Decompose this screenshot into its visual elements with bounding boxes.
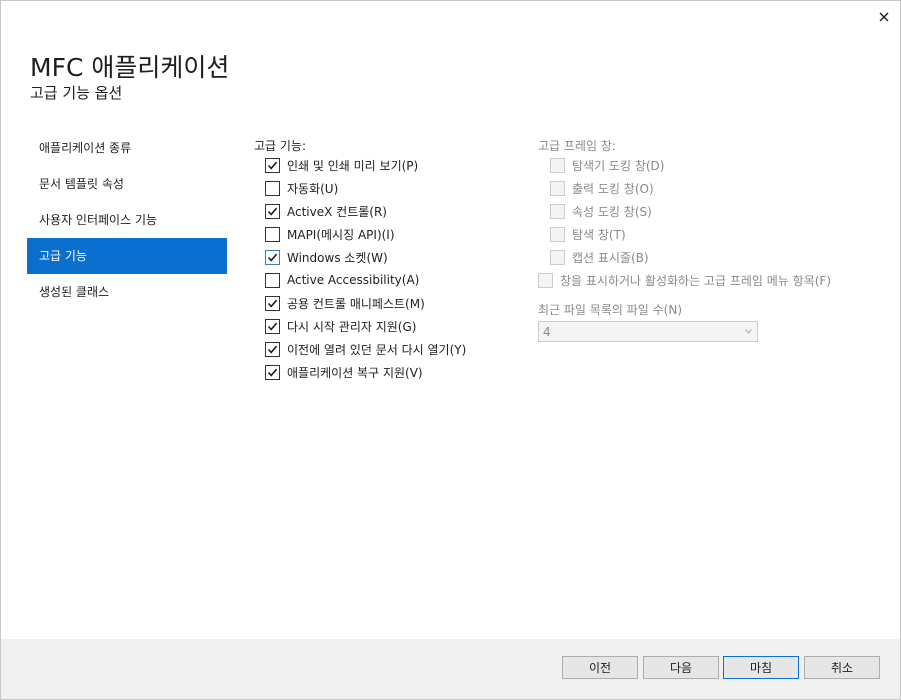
checkmark-icon	[267, 345, 278, 354]
next-button[interactable]: 다음	[643, 656, 719, 679]
option-row[interactable]: 탐색 창(T)	[550, 224, 626, 244]
checkbox[interactable]	[265, 180, 280, 196]
checkbox[interactable]	[550, 203, 565, 219]
checkbox[interactable]	[550, 157, 565, 173]
checkmark-icon	[267, 207, 278, 216]
checkbox-checked[interactable]	[265, 341, 280, 357]
option-row[interactable]: 공용 컨트롤 매니페스트(M)	[265, 293, 425, 313]
page-title: MFC 애플리케이션	[30, 53, 230, 82]
option-label: 다시 시작 관리자 지원(G)	[287, 319, 417, 334]
chevron-down-icon	[745, 329, 752, 334]
mru-count-select[interactable]: 4	[538, 321, 758, 342]
option-label: Active Accessibility(A)	[287, 273, 420, 287]
frame-menu-items-option[interactable]: 창을 표시하거나 활성화하는 고급 프레임 메뉴 항목(F)	[538, 270, 831, 290]
checkbox[interactable]	[265, 272, 280, 288]
nav-item-document-template[interactable]: 문서 템플릿 속성	[27, 166, 227, 202]
option-label: 출력 도킹 창(O)	[572, 181, 654, 196]
cancel-button[interactable]: 취소	[804, 656, 880, 679]
option-row[interactable]: 속성 도킹 창(S)	[550, 201, 652, 221]
mru-count-value: 4	[543, 324, 551, 339]
option-row[interactable]: 이전에 열려 있던 문서 다시 열기(Y)	[265, 339, 466, 359]
checkmark-icon	[267, 368, 278, 377]
option-row[interactable]: 자동화(U)	[265, 178, 338, 198]
option-row[interactable]: ActiveX 컨트롤(R)	[265, 201, 387, 221]
option-row[interactable]: 다시 시작 관리자 지원(G)	[265, 316, 416, 336]
nav-list: 애플리케이션 종류 문서 템플릿 속성 사용자 인터페이스 기능 고급 기능 생…	[27, 130, 227, 310]
option-label: Windows 소켓(W)	[287, 250, 388, 265]
previous-button[interactable]: 이전	[562, 656, 638, 679]
mru-count-label: 최근 파일 목록의 파일 수(N)	[538, 303, 682, 317]
close-button[interactable]	[873, 7, 895, 27]
option-row[interactable]: Active Accessibility(A)	[265, 270, 419, 290]
option-label: 인쇄 및 인쇄 미리 보기(P)	[287, 158, 419, 173]
option-label: ActiveX 컨트롤(R)	[287, 204, 387, 219]
option-label: 탐색기 도킹 창(D)	[572, 158, 665, 173]
nav-item-user-interface[interactable]: 사용자 인터페이스 기능	[27, 202, 227, 238]
advanced-features-label: 고급 기능:	[254, 139, 307, 153]
option-row[interactable]: 애플리케이션 복구 지원(V)	[265, 362, 423, 382]
checkbox[interactable]	[550, 180, 565, 196]
checkbox-checked[interactable]	[265, 295, 280, 311]
checkmark-icon	[267, 322, 278, 331]
option-row[interactable]: 캡션 표시줄(B)	[550, 247, 649, 267]
option-row[interactable]: Windows 소켓(W)	[265, 247, 388, 267]
option-row[interactable]: 출력 도킹 창(O)	[550, 178, 654, 198]
option-label: 자동화(U)	[287, 181, 339, 196]
checkmark-icon	[267, 161, 278, 170]
checkbox[interactable]	[550, 226, 565, 242]
checkbox-checked[interactable]	[265, 203, 280, 219]
option-row[interactable]: MAPI(메시징 API)(I)	[265, 224, 395, 244]
option-label: 탐색 창(T)	[572, 227, 626, 242]
checkbox-checked[interactable]	[265, 318, 280, 334]
checkbox[interactable]	[265, 226, 280, 242]
option-label: 속성 도킹 창(S)	[572, 204, 652, 219]
checkmark-icon	[267, 299, 278, 308]
nav-item-advanced-features[interactable]: 고급 기능	[27, 238, 227, 274]
checkbox-checked[interactable]	[265, 157, 280, 173]
option-label: 애플리케이션 복구 지원(V)	[287, 365, 423, 380]
option-label: 공용 컨트롤 매니페스트(M)	[287, 296, 425, 311]
option-label: 창을 표시하거나 활성화하는 고급 프레임 메뉴 항목(F)	[560, 273, 831, 288]
option-row[interactable]: 탐색기 도킹 창(D)	[550, 155, 664, 175]
option-label: 캡션 표시줄(B)	[572, 250, 649, 265]
option-label: 이전에 열려 있던 문서 다시 열기(Y)	[287, 342, 467, 357]
nav-item-generated-classes[interactable]: 생성된 클래스	[27, 274, 227, 310]
option-row[interactable]: 인쇄 및 인쇄 미리 보기(P)	[265, 155, 418, 175]
checkbox-checked[interactable]	[265, 249, 280, 265]
close-icon	[879, 12, 889, 22]
finish-button[interactable]: 마침	[723, 656, 799, 679]
option-label: MAPI(메시징 API)(I)	[287, 227, 395, 242]
page-subtitle: 고급 기능 옵션	[30, 84, 123, 102]
nav-item-application-type[interactable]: 애플리케이션 종류	[27, 130, 227, 166]
checkmark-icon	[267, 253, 278, 262]
checkbox[interactable]	[538, 272, 553, 288]
checkbox-checked[interactable]	[265, 364, 280, 380]
checkbox[interactable]	[550, 249, 565, 265]
frame-panes-label: 고급 프레임 창:	[538, 139, 616, 153]
